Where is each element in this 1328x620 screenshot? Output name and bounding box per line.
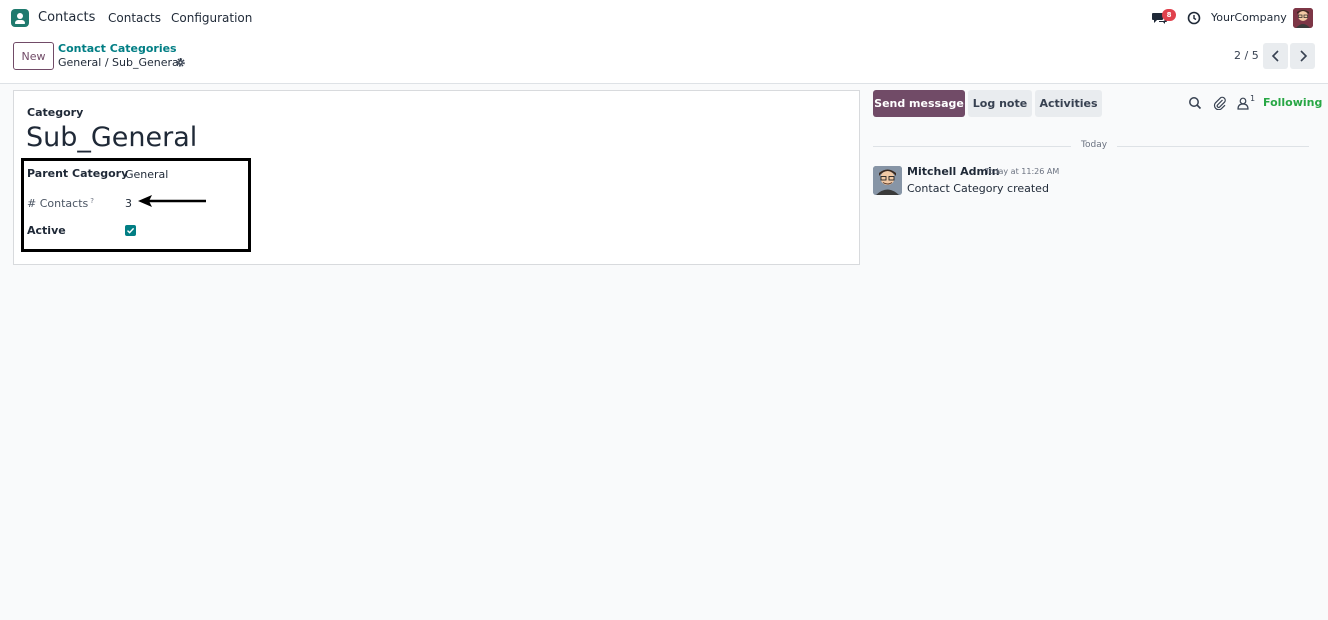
- new-button[interactable]: New: [13, 42, 54, 70]
- paperclip-icon[interactable]: [1213, 96, 1227, 110]
- message-body: Contact Category created: [907, 182, 1049, 195]
- date-divider-left: [873, 146, 1071, 147]
- top-navbar: Contacts Contacts Configuration 8 YourCo…: [0, 0, 1328, 36]
- date-divider-right: [1117, 146, 1309, 147]
- form-sheet: Category Sub_General Parent Category Gen…: [13, 90, 860, 265]
- activities-button[interactable]: Activities: [1035, 90, 1102, 117]
- followers-count[interactable]: 1: [1250, 94, 1255, 103]
- help-tooltip-icon[interactable]: ?: [90, 197, 94, 205]
- contacts-count-label-text: # Contacts: [27, 197, 89, 210]
- message-timestamp: Today at 11:26 AM: [985, 167, 1060, 176]
- annotation-arrow: [138, 195, 206, 207]
- menu-contacts[interactable]: Contacts: [108, 11, 161, 25]
- chevron-right-icon: [1299, 50, 1307, 62]
- contacts-count-label: # Contacts?: [27, 197, 94, 210]
- following-button[interactable]: Following: [1263, 96, 1322, 109]
- send-message-button[interactable]: Send message: [873, 90, 965, 117]
- contacts-app-icon[interactable]: [11, 9, 29, 27]
- activity-clock-icon[interactable]: [1187, 11, 1201, 25]
- company-switcher[interactable]: YourCompany: [1211, 11, 1287, 24]
- chevron-left-icon: [1271, 50, 1279, 62]
- message-author-avatar[interactable]: [873, 166, 902, 195]
- pager-next-button[interactable]: [1290, 43, 1315, 69]
- gear-icon[interactable]: [175, 57, 186, 68]
- breadcrumb-current-record: General / Sub_General: [58, 56, 182, 69]
- messages-badge: 8: [1162, 9, 1176, 21]
- parent-category-field[interactable]: General: [125, 168, 168, 181]
- check-icon: [127, 227, 135, 234]
- user-avatar[interactable]: [1293, 8, 1313, 28]
- category-label: Category: [27, 106, 84, 119]
- category-name-field[interactable]: Sub_General: [26, 122, 197, 153]
- app-name[interactable]: Contacts: [38, 10, 95, 25]
- active-label: Active: [27, 224, 66, 237]
- parent-category-label: Parent Category: [27, 167, 129, 180]
- menu-configuration[interactable]: Configuration: [171, 11, 252, 25]
- date-separator: Today: [1081, 140, 1108, 150]
- active-checkbox[interactable]: [125, 225, 136, 236]
- search-icon[interactable]: [1188, 96, 1202, 110]
- control-panel: New Contact Categories General / Sub_Gen…: [0, 36, 1328, 84]
- followers-icon[interactable]: [1236, 96, 1250, 110]
- log-note-button[interactable]: Log note: [968, 90, 1032, 117]
- pager-previous-button[interactable]: [1263, 43, 1288, 69]
- breadcrumb-contact-categories[interactable]: Contact Categories: [58, 42, 177, 55]
- contacts-count-value: 3: [125, 197, 132, 210]
- pager-value[interactable]: 2 / 5: [1234, 49, 1259, 62]
